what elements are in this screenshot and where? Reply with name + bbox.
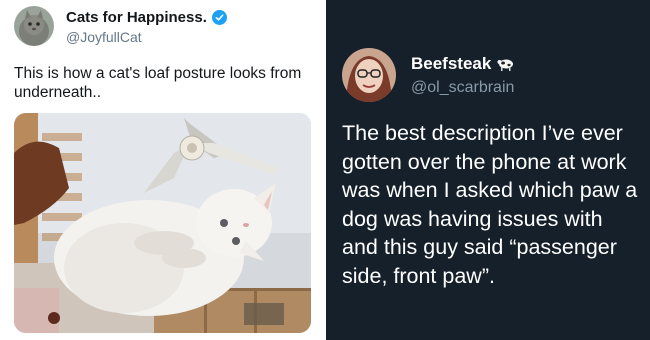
cat-loaf-underneath-photo[interactable] bbox=[14, 113, 311, 333]
left-display-name[interactable]: Cats for Happiness. bbox=[66, 9, 207, 26]
cats-for-happiness-avatar[interactable] bbox=[14, 6, 54, 46]
verified-badge-icon bbox=[211, 10, 227, 25]
beefsteak-avatar[interactable] bbox=[342, 48, 396, 102]
left-tweet-text: This is how a cat's loaf posture looks f… bbox=[14, 65, 302, 101]
right-display-name[interactable]: Beefsteak bbox=[411, 54, 491, 74]
right-tweet-text: The best description I’ve ever gotten ov… bbox=[342, 121, 638, 288]
cow-icon bbox=[497, 57, 515, 71]
left-handle[interactable]: @JoyfullCat bbox=[66, 29, 142, 45]
right-tweet-card: Beefsteak @ol_scarbrain The best descrip… bbox=[326, 0, 650, 340]
left-tweet-card: Cats for Happiness. @JoyfullCat This is … bbox=[0, 0, 326, 340]
right-handle[interactable]: @ol_scarbrain bbox=[411, 79, 514, 97]
